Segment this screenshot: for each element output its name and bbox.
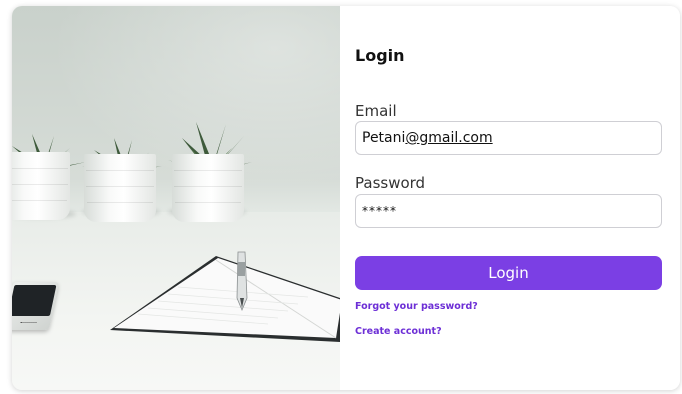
password-label: Password xyxy=(355,174,426,192)
email-label: Email xyxy=(355,102,397,120)
forgot-password-link[interactable]: Forgot your password? xyxy=(355,301,478,312)
login-form: Login Email Petani @gmail.com Password **… xyxy=(340,6,680,390)
email-field[interactable]: Petani @gmail.com xyxy=(355,121,662,155)
create-account-link[interactable]: Create account? xyxy=(355,326,442,337)
form-title: Login xyxy=(355,46,405,65)
email-value-name: Petani xyxy=(362,130,406,146)
pen-icon xyxy=(236,251,248,312)
password-value: ***** xyxy=(362,204,397,218)
password-field[interactable]: ***** xyxy=(355,194,662,228)
email-value-domain: @gmail.com xyxy=(405,130,493,146)
planter-pot xyxy=(12,152,70,220)
login-card: Login Email Petani @gmail.com Password **… xyxy=(12,6,680,390)
planter-pot xyxy=(84,154,156,222)
hero-photo xyxy=(12,6,340,390)
open-notebook-icon xyxy=(110,256,340,342)
login-button[interactable]: Login xyxy=(355,256,662,290)
planter-pot xyxy=(172,154,244,222)
